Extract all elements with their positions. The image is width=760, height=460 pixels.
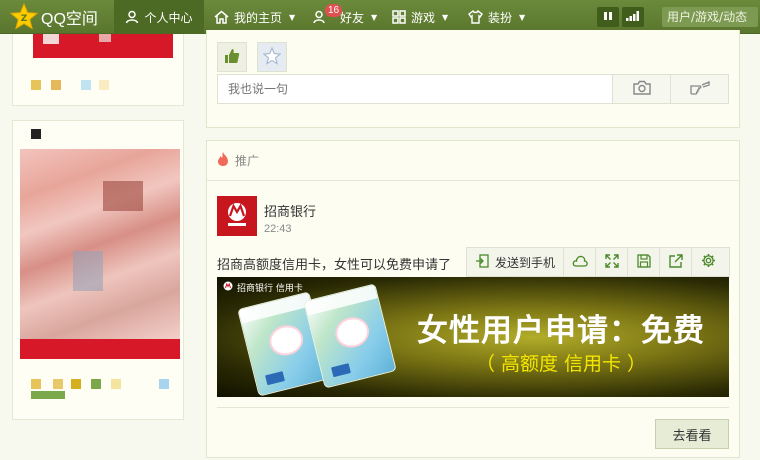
cmb-logo-icon <box>222 200 252 233</box>
left-profile-card-top <box>12 34 184 106</box>
send-to-phone-label: 发送到手机 <box>495 255 556 270</box>
feed-post-card <box>206 30 740 128</box>
banner-brand: 招商银行 信用卡 <box>223 281 303 294</box>
settings-button[interactable] <box>692 248 724 276</box>
ad-section-label: 推广 <box>235 154 260 168</box>
floppy-disk-icon <box>636 253 651 271</box>
tshirt-icon <box>468 10 483 24</box>
cloud-icon <box>572 255 588 270</box>
nav-games[interactable]: 游戏 ▼ <box>392 0 448 34</box>
ad-card: 推广 招商银行 22:43 招商高额度信用卡，女性可以免费申请了 发送到手机 招… <box>206 140 740 458</box>
signal-bars-icon <box>626 10 640 24</box>
post-time: 22:43 <box>264 223 292 235</box>
pause-icon <box>603 10 613 24</box>
nav-my-homepage-label: 我的主页 <box>234 10 283 25</box>
mention-button[interactable] <box>670 75 728 103</box>
chevron-down-icon: ▼ <box>519 12 526 22</box>
top-navigation-bar: Z QQ空间 个人中心 我的主页 ▼ 16 好友 ▼ 游戏 ▼ 装扮 ▼ 用户/… <box>0 0 760 34</box>
nav-friends-label: 好友 <box>340 10 365 25</box>
like-button[interactable] <box>217 42 247 72</box>
person-icon <box>125 10 139 24</box>
nav-personal-center-label: 个人中心 <box>144 10 193 25</box>
ad-header: 推广 <box>207 141 739 181</box>
banner-title: 女性用户申请：免费 <box>417 313 705 349</box>
grid-icon <box>392 10 406 24</box>
share-button[interactable] <box>660 248 693 276</box>
share-toolbar: 发送到手机 <box>466 247 730 277</box>
send-to-phone-icon <box>475 253 489 271</box>
send-to-phone-button[interactable]: 发送到手机 <box>467 248 565 276</box>
nav-decoration[interactable]: 装扮 ▼ <box>468 0 525 34</box>
star-icon <box>262 45 282 68</box>
home-icon <box>214 10 229 24</box>
gear-icon <box>701 253 716 271</box>
ad-description: 招商高额度信用卡，女性可以免费申请了 <box>217 258 452 273</box>
search-input[interactable]: 用户/游戏/动态 <box>662 7 758 27</box>
banner-subtitle: （ 高额度 信用卡 ） <box>475 353 647 375</box>
go-see-button[interactable]: 去看看 <box>655 419 729 449</box>
chevron-down-icon: ▼ <box>289 12 296 22</box>
photo-upload-button[interactable] <box>612 75 670 103</box>
comment-input[interactable] <box>218 75 612 103</box>
flame-icon <box>217 151 229 170</box>
chevron-down-icon: ▼ <box>371 12 378 22</box>
chevron-down-icon: ▼ <box>442 12 449 22</box>
favorite-button[interactable] <box>257 42 287 72</box>
cmb-logo-icon <box>223 281 233 294</box>
share-icon <box>668 253 683 271</box>
expand-icon <box>604 253 619 271</box>
svg-text:Z: Z <box>21 14 28 24</box>
cloud-save-button[interactable] <box>564 248 597 276</box>
qzone-logo[interactable]: Z QQ空间 <box>10 3 98 31</box>
pause-button[interactable] <box>597 7 619 27</box>
comment-bar <box>217 74 729 104</box>
banner-brand-label: 招商银行 信用卡 <box>237 284 303 294</box>
ad-banner-image[interactable]: 招商银行 信用卡 女性用户申请：免费 （ 高额度 信用卡 ） <box>217 277 729 397</box>
save-button[interactable] <box>628 248 661 276</box>
pointing-hand-icon <box>689 80 710 98</box>
qzone-star-icon: Z <box>10 3 38 31</box>
nav-friends[interactable]: 16 好友 ▼ <box>313 0 377 34</box>
advertiser-name[interactable]: 招商银行 <box>264 201 316 220</box>
divider <box>217 407 729 408</box>
nav-my-homepage[interactable]: 我的主页 ▼ <box>214 0 295 34</box>
advertiser-avatar[interactable] <box>217 196 257 236</box>
nav-personal-center[interactable]: 个人中心 <box>114 0 204 34</box>
fullscreen-button[interactable] <box>596 248 629 276</box>
left-profile-card-photo <box>12 120 184 420</box>
qzone-logo-text: QQ空间 <box>41 11 98 28</box>
camera-icon <box>632 80 651 98</box>
nav-games-label: 游戏 <box>411 10 436 25</box>
nav-decoration-label: 装扮 <box>488 10 513 25</box>
signal-button[interactable] <box>622 7 644 27</box>
friends-count-badge: 16 <box>325 4 343 17</box>
thumbs-up-icon <box>224 48 240 67</box>
pixelated-photo <box>20 149 180 339</box>
